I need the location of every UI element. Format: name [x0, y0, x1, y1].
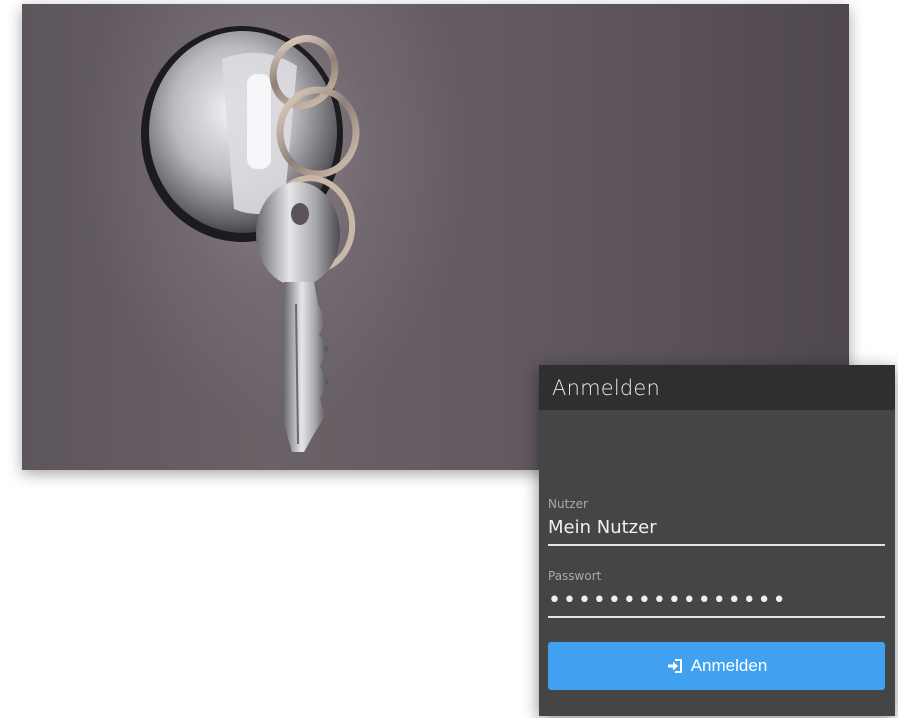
page: Anmelden Nutzer Passwort Anmelden [0, 0, 898, 718]
user-field-group: Nutzer [548, 497, 885, 546]
user-label: Nutzer [548, 497, 588, 511]
password-input[interactable] [548, 588, 885, 618]
login-panel: Anmelden Nutzer Passwort Anmelden [539, 365, 895, 716]
password-field-group: Passwort [548, 569, 885, 618]
login-button[interactable]: Anmelden [548, 642, 885, 690]
sign-in-icon [666, 657, 684, 675]
login-title: Anmelden [552, 375, 661, 400]
login-button-label: Anmelden [690, 656, 768, 675]
login-header: Anmelden [539, 365, 895, 410]
user-input[interactable] [548, 516, 885, 546]
password-label: Passwort [548, 569, 602, 583]
